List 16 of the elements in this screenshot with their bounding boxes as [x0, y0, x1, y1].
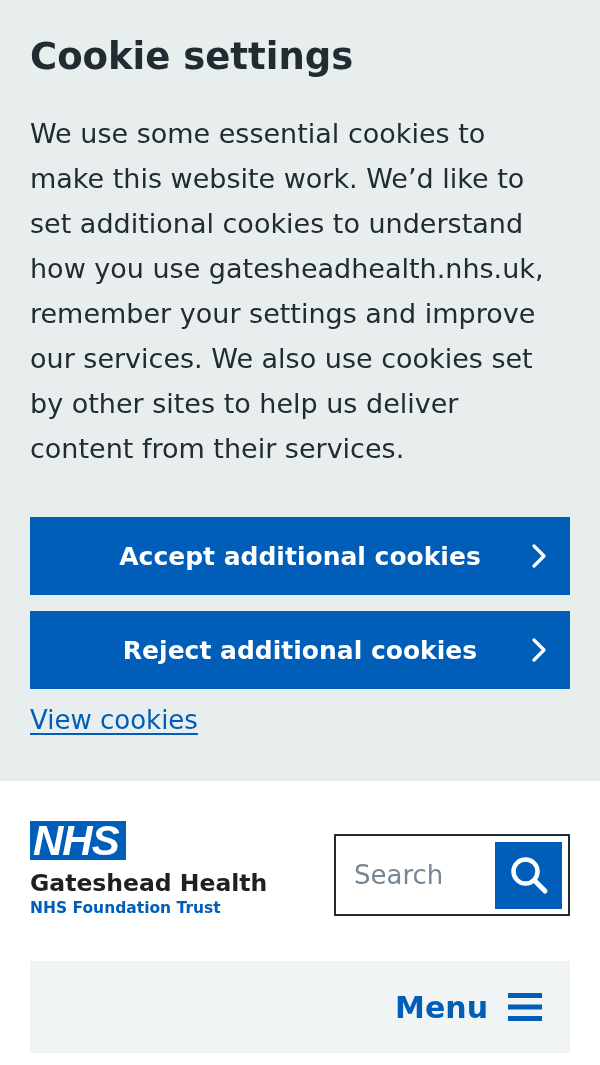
search-box[interactable]: Search	[334, 834, 570, 916]
cookie-choice-button[interactable]: Accept additional cookies	[30, 517, 570, 595]
banner-title: Cookie settings	[30, 34, 355, 80]
chevron-right-icon	[532, 638, 546, 662]
cookie-choice-button[interactable]: Reject additional cookies	[30, 611, 570, 689]
banner-text: We use some essential cookies to make this website work. We’d like to set additional cookies to understand how you use gatesheadhealth.nhs.uk, remember your settings and improve our services. We also use cookies set by other sites to help us deliver content from their services.	[30, 117, 545, 466]
menu-icon	[508, 993, 542, 1021]
search-field[interactable]: Search	[354, 842, 495, 908]
view-cookies-link[interactable]: View cookies	[30, 705, 198, 735]
organisation-name[interactable]: Gateshead Health	[30, 868, 268, 898]
search-icon	[508, 855, 549, 895]
search-button[interactable]	[495, 841, 562, 909]
menu-button[interactable]: Menu	[395, 989, 542, 1025]
nhs-logo[interactable]: NHS	[30, 821, 126, 860]
chevron-right-icon	[532, 544, 546, 568]
organisation-subtitle[interactable]: NHS Foundation Trust	[30, 898, 221, 918]
